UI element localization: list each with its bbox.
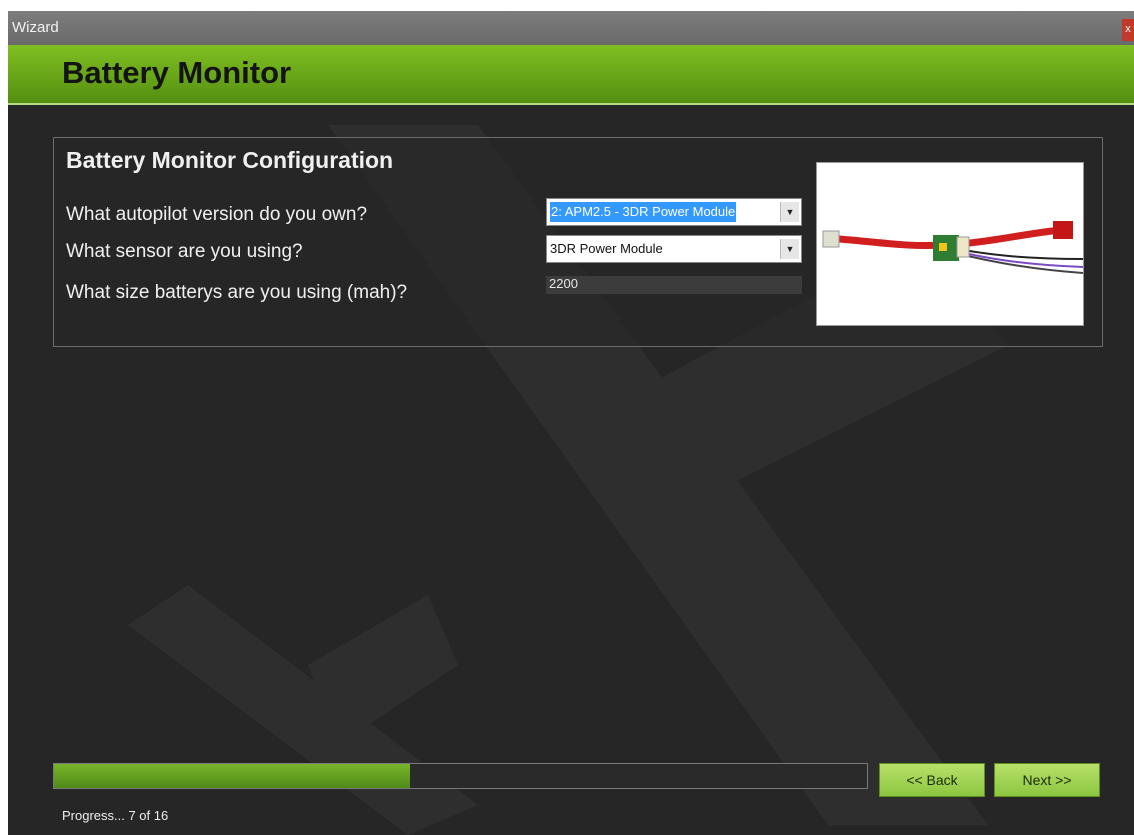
battery-capacity-input[interactable]: 2200 — [546, 276, 802, 294]
page-header: Battery Monitor — [8, 45, 1134, 105]
close-button[interactable]: x — [1122, 19, 1134, 41]
sensor-dropdown[interactable]: 3DR Power Module ▼ — [546, 235, 802, 263]
wizard-window: Wizard x Battery Monitor Battery Monitor… — [8, 11, 1134, 835]
autopilot-version-dropdown[interactable]: 2: APM2.5 - 3DR Power Module ▼ — [546, 198, 802, 226]
sensor-value: 3DR Power Module — [550, 241, 663, 256]
panel-heading: Battery Monitor Configuration — [66, 147, 394, 173]
power-module-photo — [816, 162, 1084, 326]
page-title: Battery Monitor — [62, 55, 292, 90]
progress-bar — [53, 763, 868, 789]
battery-capacity-value: 2200 — [549, 276, 578, 291]
autopilot-version-value: 2: APM2.5 - 3DR Power Module — [550, 202, 737, 222]
back-button[interactable]: << Back — [879, 763, 985, 797]
chevron-down-icon[interactable]: ▼ — [780, 239, 799, 259]
next-button[interactable]: Next >> — [994, 763, 1100, 797]
power-module-image — [817, 163, 1084, 325]
configuration-panel: Battery Monitor Configuration What autop… — [53, 137, 1103, 347]
progress-status-text: Progress... 7 of 16 — [62, 808, 169, 823]
sensor-question-label: What sensor are you using? — [66, 241, 303, 262]
title-bar: Wizard x — [8, 11, 1134, 45]
chevron-down-icon[interactable]: ▼ — [780, 202, 799, 222]
window-title: Wizard — [12, 19, 59, 36]
battery-size-question-label: What size batterys are you using (mah)? — [66, 282, 408, 303]
progress-bar-fill — [54, 764, 410, 788]
autopilot-question-label: What autopilot version do you own? — [66, 204, 368, 225]
